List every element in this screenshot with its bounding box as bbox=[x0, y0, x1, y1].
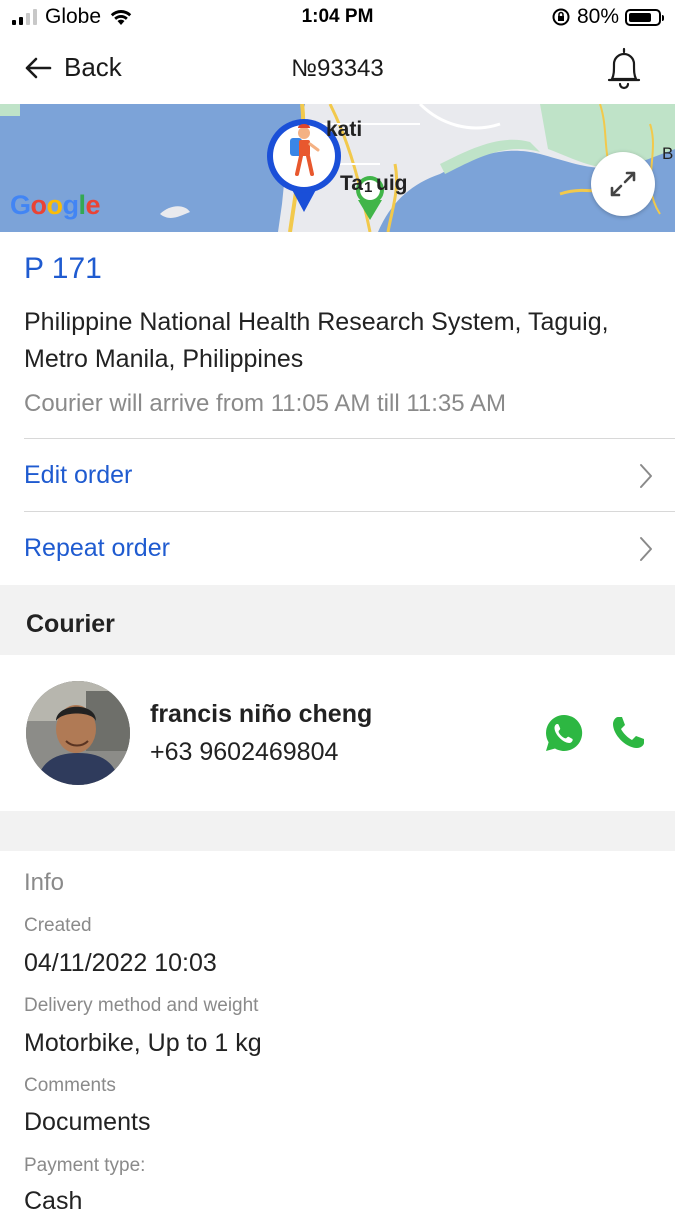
orientation-lock-icon bbox=[552, 8, 570, 26]
delivery-method-value: Motorbike, Up to 1 kg bbox=[24, 1029, 262, 1057]
whatsapp-button[interactable] bbox=[544, 713, 584, 758]
comments-label: Comments bbox=[24, 1075, 116, 1096]
map-label-taguig-a: Ta bbox=[340, 172, 363, 195]
created-value: 04/11/2022 10:03 bbox=[24, 949, 217, 977]
payment-type-label: Payment type: bbox=[24, 1155, 146, 1176]
expand-icon bbox=[610, 171, 636, 197]
info-section-title: Info bbox=[24, 869, 65, 896]
created-label: Created bbox=[24, 915, 92, 936]
delivery-address: Philippine National Health Research Syst… bbox=[24, 308, 609, 373]
courier-section-title: Courier bbox=[26, 610, 115, 638]
phone-icon bbox=[613, 717, 644, 748]
courier-phone[interactable]: +63 9602469804 bbox=[150, 738, 338, 767]
call-button[interactable] bbox=[610, 715, 646, 756]
edit-order-row[interactable]: Edit order bbox=[24, 438, 675, 511]
payment-type-value: Cash bbox=[24, 1187, 83, 1215]
status-right: 80% bbox=[551, 5, 664, 29]
battery-icon bbox=[625, 8, 664, 26]
map-label-makati: kati bbox=[326, 118, 363, 141]
whatsapp-icon bbox=[546, 714, 583, 751]
courier-name: francis niño cheng bbox=[150, 700, 373, 728]
edit-order-label: Edit order bbox=[24, 461, 133, 489]
courier-avatar bbox=[26, 681, 130, 785]
google-logo: Google bbox=[10, 190, 101, 220]
courier-section-header: Courier bbox=[0, 585, 675, 655]
battery-percent: 80% bbox=[576, 5, 619, 28]
chevron-right-icon bbox=[640, 537, 652, 561]
map-view[interactable]: kati Ta uig B 1 Google bbox=[0, 104, 675, 232]
order-code: P 171 bbox=[24, 252, 102, 285]
courier-eta: Courier will arrive from 11:05 AM till 1… bbox=[24, 390, 506, 417]
battery-fill bbox=[629, 12, 652, 22]
courier-card: francis niño cheng +63 9602469804 bbox=[0, 655, 675, 811]
bell-icon bbox=[607, 47, 641, 90]
map-label-edge: B bbox=[662, 144, 674, 163]
notifications-button[interactable] bbox=[605, 46, 643, 95]
order-number-title: №93343 bbox=[291, 55, 384, 82]
chevron-right-icon bbox=[640, 464, 652, 488]
status-bar: Globe 1:04 PM 80% bbox=[0, 0, 675, 36]
repeat-order-row[interactable]: Repeat order bbox=[24, 511, 675, 584]
destination-pin-number: 1 bbox=[364, 179, 373, 196]
expand-map-button[interactable] bbox=[591, 152, 655, 216]
delivery-method-label: Delivery method and weight bbox=[24, 995, 259, 1016]
nav-bar: Back №93343 bbox=[0, 36, 675, 104]
section-spacer bbox=[0, 811, 675, 851]
map-label-taguig-b: uig bbox=[376, 172, 408, 195]
repeat-order-label: Repeat order bbox=[24, 534, 170, 562]
comments-value: Documents bbox=[24, 1108, 151, 1136]
